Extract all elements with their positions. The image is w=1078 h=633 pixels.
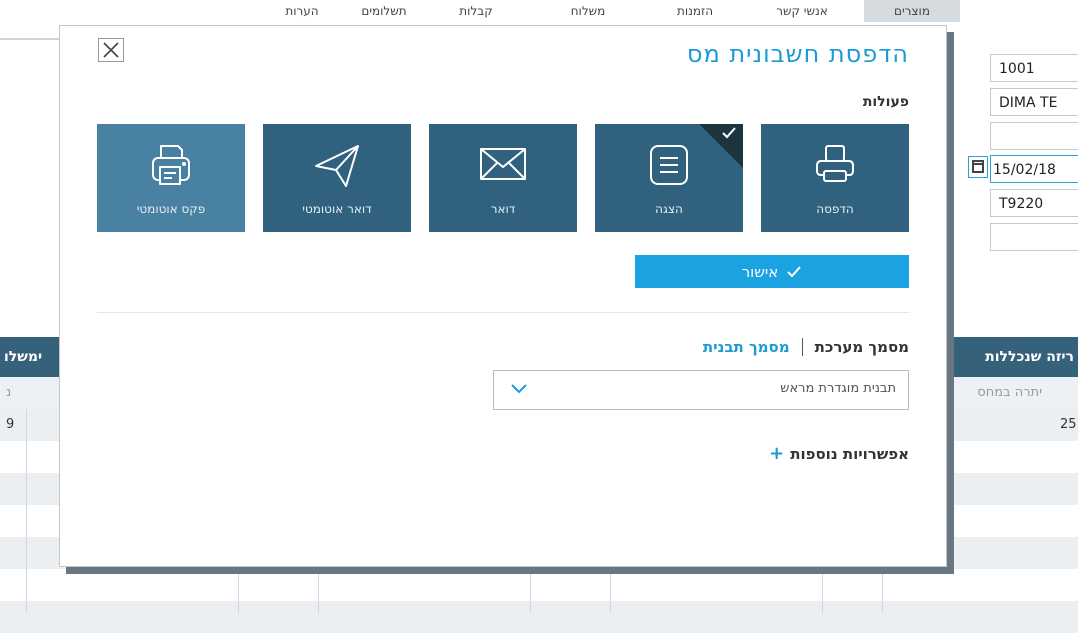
separator bbox=[801, 338, 803, 356]
background-tab[interactable]: מוצרים bbox=[864, 0, 960, 22]
background-table-header: ימשלו bbox=[0, 337, 60, 377]
display-icon bbox=[650, 145, 688, 185]
fax-icon bbox=[152, 145, 190, 185]
system-document-link[interactable]: מסמך מערכת bbox=[815, 338, 909, 356]
background-tab[interactable]: אנשי קשר bbox=[742, 0, 862, 22]
close-button[interactable] bbox=[98, 38, 124, 62]
template-select[interactable]: תבנית מוגדרת מראש bbox=[493, 370, 909, 410]
action-tiles: הדפסה הצגה דואר דואר אוטומטי פקס אוטומטי bbox=[97, 124, 909, 232]
plus-icon: + bbox=[769, 443, 785, 464]
background-tab[interactable]: הזמנות bbox=[650, 0, 740, 22]
check-icon bbox=[722, 127, 736, 139]
background-field[interactable]: DIMA TE bbox=[990, 88, 1078, 116]
dialog-title: הדפסת חשבונית מס bbox=[686, 40, 909, 68]
actions-label: פעולות bbox=[862, 94, 909, 110]
calendar-icon[interactable] bbox=[968, 156, 988, 178]
more-options-label: אפשרויות נוספות bbox=[790, 444, 909, 463]
tile-label: דואר אוטומטי bbox=[302, 202, 372, 216]
display-tile[interactable]: הצגה bbox=[595, 124, 743, 232]
tile-label: הצגה bbox=[655, 202, 683, 216]
more-options-toggle[interactable]: אפשרויות נוספות + bbox=[769, 443, 909, 464]
background-divider bbox=[0, 38, 60, 40]
background-date-field[interactable]: 15/02/18 bbox=[990, 155, 1078, 183]
chevron-down-icon bbox=[511, 384, 527, 394]
document-type-switch: מסמך מערכת מסמך תבנית bbox=[703, 338, 909, 356]
background-tabs: מוצרים אנשי קשר הזמנות משלוח קבלות תשלומ… bbox=[200, 0, 960, 22]
table-cell: 25 bbox=[1060, 417, 1077, 432]
table-row[interactable] bbox=[0, 601, 1078, 633]
printer-icon bbox=[816, 145, 854, 182]
tile-label: דואר bbox=[490, 202, 516, 216]
background-tab[interactable]: הערות bbox=[262, 0, 342, 22]
background-column-header: יתרה במחס bbox=[946, 377, 1078, 409]
background-tab[interactable]: משלוח bbox=[528, 0, 648, 22]
close-icon bbox=[103, 42, 119, 58]
approve-label: אישור bbox=[741, 262, 779, 281]
print-tile[interactable]: הדפסה bbox=[761, 124, 909, 232]
check-icon bbox=[787, 265, 802, 277]
background-field[interactable] bbox=[990, 122, 1078, 150]
auto-fax-tile[interactable]: פקס אוטומטי bbox=[97, 124, 245, 232]
table-gridline bbox=[26, 409, 27, 613]
template-select-value: תבנית מוגדרת מראש bbox=[780, 381, 896, 396]
background-tab[interactable]: תשלומים bbox=[344, 0, 424, 22]
background-table-header: ריזה שנכללות bbox=[946, 337, 1078, 377]
print-invoice-dialog: הדפסת חשבונית מס פעולות הדפסה הצגה דואר … bbox=[59, 25, 947, 567]
approve-button[interactable]: אישור bbox=[635, 255, 909, 288]
template-document-link[interactable]: מסמך תבנית bbox=[703, 338, 790, 356]
mail-tile[interactable]: דואר bbox=[429, 124, 577, 232]
envelope-icon bbox=[480, 148, 526, 180]
table-cell: 9 bbox=[6, 417, 15, 432]
auto-mail-tile[interactable]: דואר אוטומטי bbox=[263, 124, 411, 232]
background-field[interactable]: T9220 bbox=[990, 189, 1078, 217]
background-field[interactable] bbox=[990, 223, 1078, 251]
paper-plane-icon bbox=[315, 145, 359, 187]
tile-label: הדפסה bbox=[816, 202, 854, 216]
divider bbox=[97, 312, 909, 313]
background-tab[interactable]: קבלות bbox=[426, 0, 526, 22]
background-column-header: נ bbox=[0, 377, 60, 409]
background-field[interactable]: 1001 bbox=[990, 54, 1078, 82]
tile-label: פקס אוטומטי bbox=[136, 202, 206, 216]
